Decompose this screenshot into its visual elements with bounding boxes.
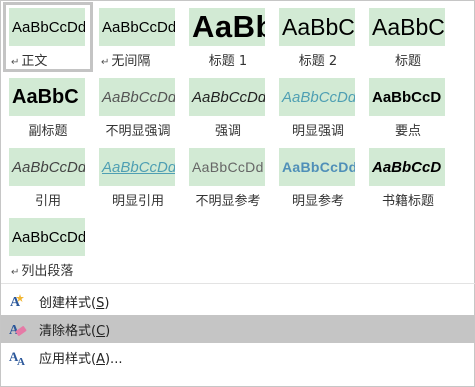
style-label: 标题 1: [183, 50, 273, 69]
apply-styles-label: 应用样式(A)...: [39, 351, 123, 367]
style-tile[interactable]: AaBb 标题 1: [183, 2, 273, 72]
style-label-text: 无间隔: [111, 54, 151, 69]
style-label-text: 标题 2: [298, 54, 338, 69]
style-label-text: 强调: [214, 124, 241, 139]
create-style-icon: A: [9, 292, 27, 310]
style-preview-text: AaBbCcD: [372, 158, 442, 176]
style-label: 不明显参考: [183, 190, 273, 209]
style-label: 不明显强调: [93, 120, 183, 139]
create-style-label: 创建样式(S): [39, 295, 110, 311]
style-label: 标题: [363, 50, 453, 69]
style-label: 副标题: [3, 120, 93, 139]
style-preview-text: AaBbCcDd: [192, 159, 264, 175]
style-label-text: 正文: [21, 54, 48, 69]
style-preview-text: AaBbCcDd: [282, 159, 355, 175]
create-style-menu-item[interactable]: A 创建样式(S): [1, 287, 474, 315]
style-label: ↵ 无间隔: [93, 50, 183, 69]
style-label-text: 明显引用: [111, 194, 164, 209]
style-preview-swatch: AaBbCcDd: [279, 78, 355, 116]
paragraph-mark-icon: ↵: [11, 267, 20, 278]
style-preview-swatch: AaBbCcDd: [9, 218, 85, 256]
style-label: 引用: [3, 190, 93, 209]
style-label: 标题 2: [273, 50, 363, 69]
style-tile[interactable]: AaBbC 副标题: [3, 72, 93, 142]
style-preview-text: AaBbC: [282, 13, 355, 40]
style-label: 要点: [363, 120, 453, 139]
style-tile[interactable]: AaBbC 标题: [363, 2, 453, 72]
style-preview-swatch: AaBbC: [279, 8, 355, 46]
style-tile[interactable]: AaBbCcDd ↵ 列出段落: [3, 212, 93, 282]
style-preview-swatch: AaBbCcDd: [99, 148, 175, 186]
style-tile[interactable]: AaBbCcDd ↵ 正文: [3, 2, 93, 72]
style-tile[interactable]: AaBbCcDd 明显参考: [273, 142, 363, 212]
apply-styles-menu-item[interactable]: A A 应用样式(A)...: [1, 343, 474, 371]
style-label-text: 书籍标题: [381, 194, 434, 209]
style-label-text: 不明显参考: [195, 194, 261, 209]
style-tile[interactable]: AaBbCcDd 引用: [3, 142, 93, 212]
style-label-text: 不明显强调: [105, 124, 171, 139]
style-preview-text: AaBbCcDd: [282, 88, 355, 106]
style-tile[interactable]: AaBbC 标题 2: [273, 2, 363, 72]
style-preview-text: AaBb: [192, 9, 265, 44]
style-label-text: 副标题: [28, 124, 68, 139]
style-preview-text: AaBbC: [372, 13, 445, 40]
style-preview-swatch: AaBbCcDd: [189, 148, 265, 186]
style-label-text: 标题 1: [208, 54, 248, 69]
style-preview-swatch: AaBbCcDd: [279, 148, 355, 186]
paragraph-mark-icon: ↵: [101, 57, 110, 68]
style-label: 明显引用: [93, 190, 183, 209]
style-preview-swatch: AaBbCcDd: [9, 148, 85, 186]
style-preview-text: AaBbCcDd: [102, 18, 175, 36]
style-label: 强调: [183, 120, 273, 139]
style-preview-swatch: AaBbCcDd: [9, 8, 85, 46]
style-tile[interactable]: AaBbCcDd ↵ 无间隔: [93, 2, 183, 72]
style-preview-text: AaBbCcDd: [12, 228, 85, 246]
style-preview-text: AaBbCcDd: [192, 88, 265, 106]
style-preview-swatch: AaBbC: [9, 78, 85, 116]
styles-gallery: AaBbCcDd↵正文AaBbCcDd↵无间隔AaBb标题 1AaBbC标题 2…: [1, 1, 475, 283]
style-preview-swatch: AaBbCcD: [369, 78, 445, 116]
paragraph-mark-icon: ↵: [11, 57, 20, 68]
style-label-text: 明显参考: [291, 194, 344, 209]
style-preview-text: AaBbCcDd: [12, 18, 85, 36]
style-tile[interactable]: AaBbCcD 书籍标题: [363, 142, 453, 212]
style-label-text: 要点: [394, 124, 421, 139]
style-label: ↵ 正文: [3, 50, 93, 69]
style-preview-text: AaBbC: [12, 85, 79, 108]
style-label-text: 列出段落: [21, 264, 74, 279]
eraser-icon: A: [9, 320, 27, 338]
style-preview-swatch: AaBbC: [369, 8, 445, 46]
style-label: 明显参考: [273, 190, 363, 209]
clear-formatting-label: 清除格式(C): [39, 323, 111, 339]
style-preview-swatch: AaBbCcD: [369, 148, 445, 186]
style-label-text: 明显强调: [291, 124, 344, 139]
clear-formatting-menu-item[interactable]: A 清除格式(C): [1, 315, 474, 343]
style-preview-swatch: AaBbCcDd: [99, 78, 175, 116]
style-tile[interactable]: AaBbCcDd 不明显参考: [183, 142, 273, 212]
style-tile[interactable]: AaBbCcDd 明显引用: [93, 142, 183, 212]
apply-styles-icon: A A: [9, 348, 27, 366]
svg-text:A: A: [17, 356, 25, 366]
style-preview-swatch: AaBb: [189, 8, 265, 46]
style-label-text: 标题: [394, 54, 421, 69]
style-label: 书籍标题: [363, 190, 453, 209]
style-preview-text: AaBbCcD: [372, 88, 442, 106]
style-label-text: 引用: [34, 194, 61, 209]
style-label: ↵ 列出段落: [3, 260, 93, 279]
style-tile[interactable]: AaBbCcD 要点: [363, 72, 453, 142]
style-tile[interactable]: AaBbCcDd 不明显强调: [93, 72, 183, 142]
style-preview-text: AaBbCcDd: [102, 158, 175, 176]
style-preview-swatch: AaBbCcDd: [99, 8, 175, 46]
style-label: 明显强调: [273, 120, 363, 139]
style-preview-swatch: AaBbCcDd: [189, 78, 265, 116]
style-preview-text: AaBbCcDd: [12, 158, 85, 176]
styles-gallery-panel: AaBbCcDd↵正文AaBbCcDd↵无间隔AaBb标题 1AaBbC标题 2…: [0, 0, 475, 387]
style-preview-text: AaBbCcDd: [102, 88, 175, 106]
menu-separator: [1, 283, 475, 284]
style-tile[interactable]: AaBbCcDd 强调: [183, 72, 273, 142]
style-tile[interactable]: AaBbCcDd 明显强调: [273, 72, 363, 142]
